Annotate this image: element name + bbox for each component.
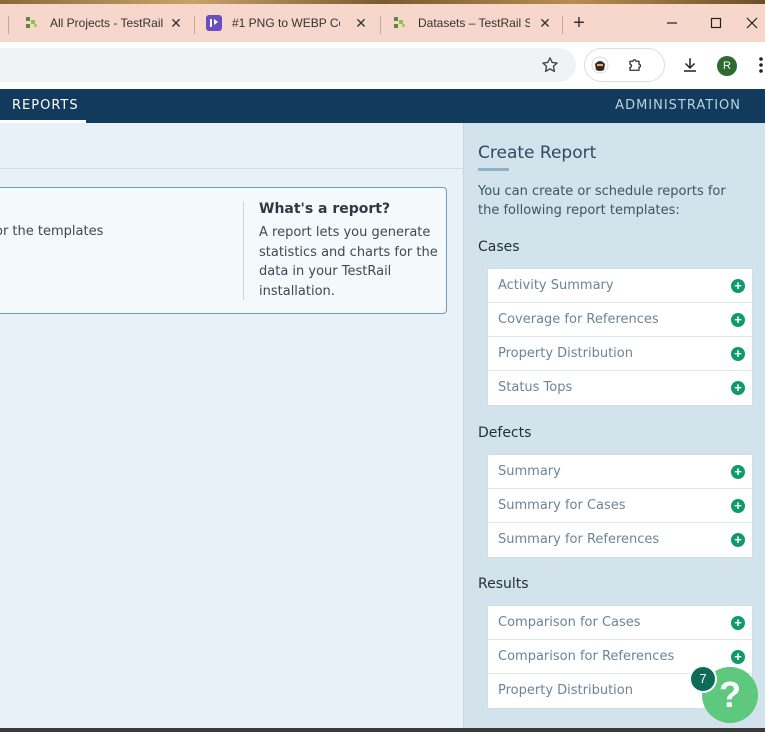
address-bar[interactable]	[0, 48, 576, 82]
info-divider	[243, 202, 244, 300]
list-item[interactable]: Coverage for References +	[488, 303, 752, 337]
close-icon	[746, 17, 757, 29]
add-circle-icon[interactable]: +	[731, 279, 745, 293]
group-title-results: Results	[478, 576, 529, 592]
close-window-button[interactable]	[738, 4, 765, 42]
list-item[interactable]: Status Tops +	[488, 371, 752, 405]
cases-template-list: Activity Summary + Coverage for Reference…	[487, 268, 753, 406]
info-line: data in your TestRail	[259, 264, 392, 279]
group-title-defects: Defects	[478, 425, 532, 441]
close-icon: ✕	[539, 14, 551, 31]
info-line: installation.	[259, 283, 335, 299]
add-circle-icon[interactable]: +	[731, 616, 745, 630]
add-circle-icon[interactable]: +	[731, 650, 745, 664]
template-label: Coverage for References	[498, 312, 659, 327]
maximize-icon	[710, 17, 722, 29]
close-icon: ✕	[170, 14, 182, 31]
app-navigation: REPORTS ADMINISTRATION	[0, 89, 765, 123]
add-circle-icon[interactable]: +	[731, 499, 745, 513]
profile-initial: R	[723, 60, 731, 72]
tab-title: Datasets – TestRail Su	[418, 16, 530, 30]
info-left-text: or the templates	[0, 224, 104, 239]
list-item[interactable]: Activity Summary +	[488, 269, 752, 303]
add-circle-icon[interactable]: +	[731, 465, 745, 479]
list-item[interactable]: Summary for Cases +	[488, 489, 752, 523]
tab-title: #1 PNG to WEBP Con	[232, 16, 340, 30]
tab-close-button[interactable]: ✕	[351, 13, 371, 33]
tab-separator	[562, 16, 563, 34]
notification-badge: 7	[689, 665, 717, 693]
testrail-icon	[394, 17, 405, 28]
template-label: Summary for References	[498, 532, 660, 547]
question-icon: ?	[719, 674, 741, 715]
browser-tab-bar: All Projects - TestRail ✕ #1 PNG to WEBP…	[0, 4, 765, 42]
list-item[interactable]: Summary +	[488, 455, 752, 489]
main-divider	[0, 168, 463, 169]
bottom-edge	[0, 728, 765, 732]
more-menu-icon[interactable]	[757, 56, 765, 74]
testrail-icon	[26, 17, 37, 28]
template-label: Comparison for References	[498, 649, 675, 664]
list-item[interactable]: Property Distribution +	[488, 337, 752, 371]
sidebar-description: You can create or schedule reports for t…	[478, 184, 726, 218]
report-info-box: or the templates What's a report? A repo…	[0, 187, 447, 314]
maximize-button[interactable]	[696, 4, 736, 42]
defects-template-list: Summary + Summary for Cases + Summary for …	[487, 454, 753, 558]
star-bookmark-icon[interactable]	[541, 56, 559, 74]
converter-app-icon	[206, 15, 222, 31]
template-label: Comparison for Cases	[498, 615, 641, 630]
info-line: A report lets you generate	[259, 225, 431, 240]
tab-separator	[380, 16, 381, 34]
tab-close-button[interactable]: ✕	[535, 13, 555, 33]
tab-separator	[8, 16, 9, 34]
tab-separator	[194, 16, 195, 34]
add-circle-icon[interactable]: +	[731, 347, 745, 361]
template-label: Summary	[498, 464, 561, 479]
download-icon[interactable]	[681, 56, 699, 74]
tab-close-button[interactable]: ✕	[166, 13, 186, 33]
tab-datasets[interactable]: Datasets – TestRail Su	[386, 4, 556, 42]
template-label: Activity Summary	[498, 278, 614, 293]
template-label: Status Tops	[498, 380, 573, 395]
info-body: A report lets you generate statistics an…	[259, 223, 438, 301]
minimize-icon	[667, 22, 677, 24]
add-circle-icon[interactable]: +	[731, 533, 745, 547]
list-item[interactable]: Comparison for Cases +	[488, 606, 752, 640]
nav-administration[interactable]: ADMINISTRATION	[615, 89, 741, 123]
browser-toolbar: R	[0, 42, 765, 89]
sidebar-title-underline	[478, 168, 509, 171]
add-circle-icon[interactable]: +	[731, 313, 745, 327]
template-label: Summary for Cases	[498, 498, 626, 513]
tab-png-to-webp[interactable]: #1 PNG to WEBP Con	[200, 4, 375, 42]
minimize-button[interactable]	[652, 4, 692, 42]
group-title-cases: Cases	[478, 239, 520, 255]
puzzle-extensions-icon[interactable]	[627, 56, 645, 74]
extension-avatar-icon[interactable]	[591, 56, 609, 74]
template-label: Property Distribution	[498, 346, 633, 361]
info-heading: What's a report?	[259, 201, 391, 217]
template-label: Property Distribution	[498, 683, 633, 698]
plus-icon: +	[573, 11, 585, 34]
sidebar-title: Create Report	[478, 143, 597, 163]
add-circle-icon[interactable]: +	[731, 381, 745, 395]
list-item[interactable]: Summary for References +	[488, 523, 752, 557]
nav-reports[interactable]: REPORTS	[12, 89, 79, 123]
close-icon: ✕	[355, 14, 367, 31]
profile-avatar[interactable]: R	[717, 56, 737, 76]
info-line: statistics and charts for the	[259, 244, 438, 260]
new-tab-button[interactable]: +	[569, 11, 589, 34]
tab-title: All Projects - TestRail	[50, 16, 164, 30]
